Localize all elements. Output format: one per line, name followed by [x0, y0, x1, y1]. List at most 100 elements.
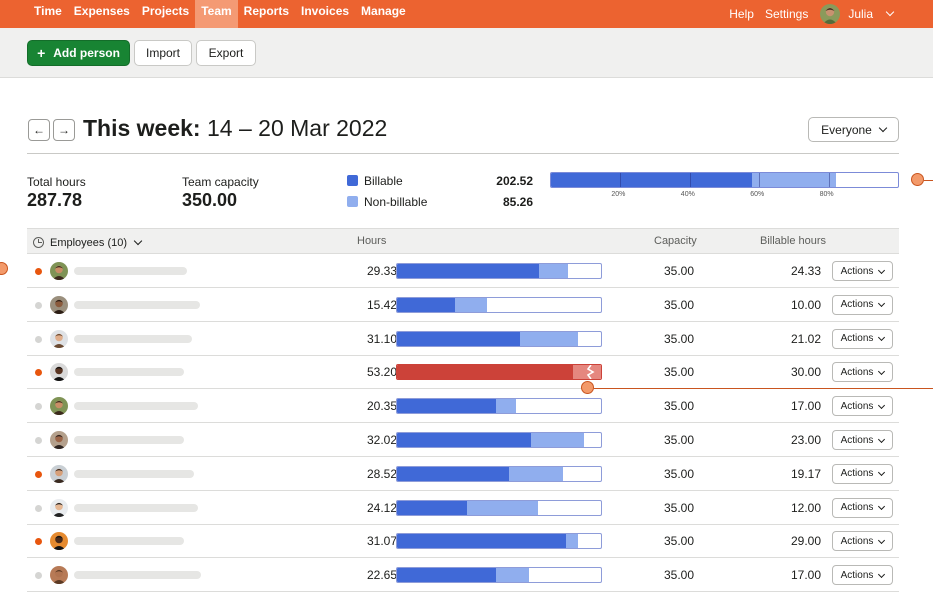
nav-item-projects[interactable]: Projects	[136, 0, 195, 28]
hours-bar	[396, 364, 602, 381]
table-row[interactable]: 28.52 35.00 19.17 Actions	[27, 457, 899, 491]
chevron-down-icon	[878, 300, 886, 308]
capacity-value: 35.00	[663, 433, 694, 447]
actions-button[interactable]: Actions	[832, 565, 893, 586]
status-dot	[35, 369, 42, 377]
hours-bar	[396, 567, 602, 584]
actions-label: Actions	[840, 400, 874, 412]
table-row[interactable]: 15.42 35.00 10.00 Actions	[27, 288, 899, 322]
arrow-right-icon: →	[58, 123, 70, 137]
hours-value: 20.35	[366, 399, 397, 414]
table-row[interactable]: 31.07 35.00 29.00 Actions	[27, 524, 899, 559]
week-range: 14 – 20 Mar 2022	[207, 115, 388, 141]
user-name[interactable]: Julia	[848, 7, 873, 21]
settings-link[interactable]: Settings	[765, 7, 808, 21]
team-capacity-label: Team capacity	[182, 175, 259, 189]
avatar	[50, 329, 68, 348]
clock-icon	[33, 237, 44, 248]
nav-item-expenses[interactable]: Expenses	[68, 0, 136, 28]
team-capacity-bar	[550, 172, 899, 188]
capacity-value: 35.00	[663, 264, 694, 278]
add-person-label: Add person	[53, 46, 120, 60]
next-week-button[interactable]: →	[53, 119, 75, 141]
employee-name-placeholder	[74, 503, 198, 512]
status-dot	[35, 301, 42, 309]
actions-button[interactable]: Actions	[832, 328, 893, 349]
hours-bar	[396, 432, 602, 448]
billable-segment	[397, 568, 497, 583]
nav-item-time[interactable]: Time	[28, 0, 68, 28]
table-row[interactable]: 22.65 35.00 17.00 Actions	[27, 558, 899, 593]
table-row[interactable]: 20.35 35.00 17.00 Actions	[27, 389, 899, 424]
capacity-value: 35.00	[663, 466, 694, 481]
billable-hours-value: 19.17	[790, 466, 821, 481]
table-row[interactable]: 32.02 35.00 23.00 Actions	[27, 423, 899, 457]
nav-item-manage[interactable]: Manage	[355, 0, 412, 28]
week-prefix: This week:	[83, 115, 201, 141]
nav-item-team[interactable]: Team	[195, 0, 238, 28]
actions-label: Actions	[840, 299, 874, 311]
table-row[interactable]: 24.12 35.00 12.00 Actions	[27, 491, 899, 525]
nonbillable-segment	[519, 331, 579, 346]
hours-value: 32.02	[366, 433, 397, 447]
team-filter-value: Everyone	[821, 122, 872, 137]
status-dot	[35, 268, 42, 275]
actions-label: Actions	[840, 434, 874, 446]
nonbillable-label: Non-billable	[364, 195, 428, 209]
capacity-value: 35.00	[663, 568, 694, 583]
main-nav: Time Expenses Projects Team Reports Invoices M…	[0, 0, 412, 28]
chevron-down-icon	[878, 503, 886, 511]
export-button[interactable]: Export	[196, 40, 256, 66]
nav-item-reports[interactable]: Reports	[238, 0, 295, 28]
annotation-marker	[581, 381, 594, 394]
actions-button[interactable]: Actions	[832, 396, 893, 417]
add-person-button[interactable]: + Add person	[27, 40, 130, 66]
hours-bar	[396, 499, 602, 516]
status-dot	[35, 504, 42, 512]
table-row[interactable]: 29.33 35.00 24.33 Actions	[27, 254, 899, 288]
actions-button[interactable]: Actions	[832, 261, 893, 281]
chevron-down-icon	[878, 266, 886, 274]
user-avatar[interactable]	[820, 4, 841, 24]
capacity-value: 35.00	[663, 534, 694, 549]
avatar	[50, 566, 68, 585]
billable-hours-value: 10.00	[790, 297, 821, 312]
employees-filter[interactable]: Employees (10)	[33, 235, 143, 249]
billable-hours-value: 24.33	[790, 264, 821, 278]
nonbillable-segment	[538, 264, 568, 278]
chevron-down-icon	[878, 367, 886, 375]
actions-button[interactable]: Actions	[832, 497, 893, 518]
avatar	[50, 532, 68, 551]
billable-segment	[397, 500, 467, 515]
prev-week-button[interactable]: ←	[28, 119, 50, 141]
employee-name-placeholder	[74, 300, 200, 309]
avatar	[50, 464, 68, 483]
team-capacity-value: 350.00	[182, 190, 238, 210]
actions-button[interactable]: Actions	[832, 362, 893, 383]
chevron-down-icon	[878, 435, 886, 443]
billable-label: Billable	[364, 174, 403, 188]
annotation-marker	[911, 173, 924, 186]
actions-button[interactable]: Actions	[832, 531, 893, 552]
billable-segment	[551, 173, 752, 187]
table-row[interactable]: 53.20 35.00 30.00 Actions	[27, 355, 899, 390]
import-button[interactable]: Import	[134, 40, 192, 66]
team-filter-select[interactable]: Everyone	[808, 117, 899, 142]
capacity-tick	[689, 173, 691, 187]
avatar	[50, 431, 68, 449]
annotation-line	[924, 180, 933, 181]
employee-name-placeholder	[74, 469, 194, 478]
arrow-left-icon: ←	[33, 123, 45, 137]
help-link[interactable]: Help	[729, 7, 754, 21]
hours-value: 24.12	[366, 500, 397, 515]
actions-button[interactable]: Actions	[832, 430, 893, 450]
actions-button[interactable]: Actions	[832, 294, 893, 315]
hours-bar	[396, 296, 602, 313]
table-row[interactable]: 31.10 35.00 21.02 Actions	[27, 322, 899, 356]
chevron-down-icon[interactable]	[885, 7, 895, 17]
actions-button[interactable]: Actions	[832, 463, 893, 484]
actions-label: Actions	[840, 265, 874, 277]
nav-item-invoices[interactable]: Invoices	[295, 0, 355, 28]
capacity-value: 35.00	[663, 365, 694, 380]
employee-name-placeholder	[74, 334, 192, 343]
